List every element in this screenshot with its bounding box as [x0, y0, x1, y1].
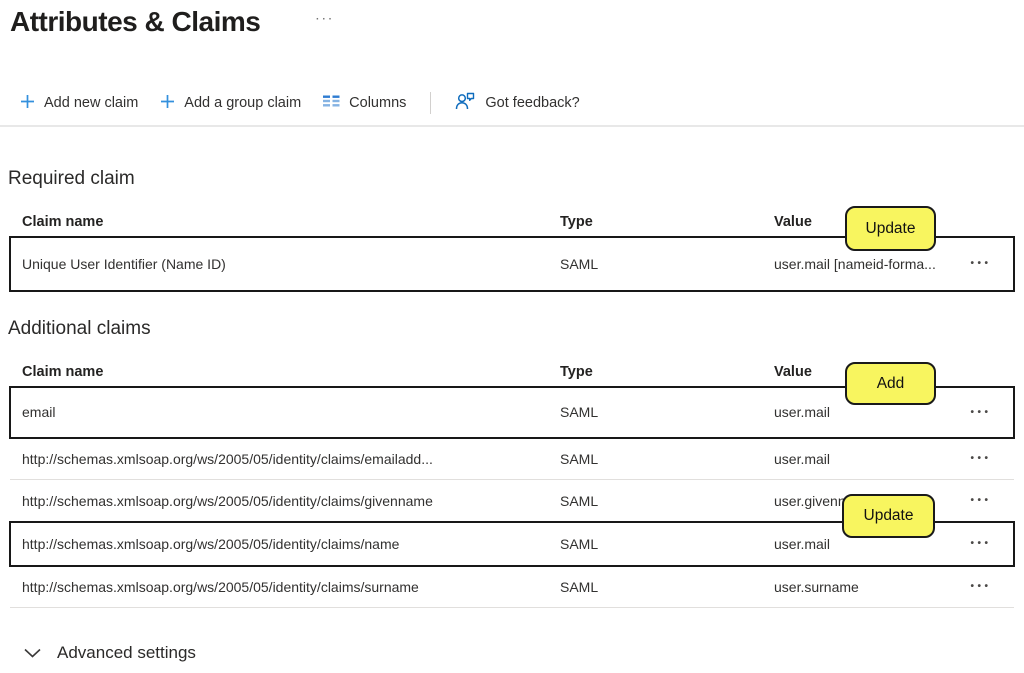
toolbar: Add new claim Add a group claim Columns: [20, 88, 580, 118]
claim-name-cell: http://schemas.xmlsoap.org/ws/2005/05/id…: [10, 536, 548, 552]
annotation-note-update-required: Update: [845, 206, 936, 251]
annotation-note-add: Add: [845, 362, 936, 405]
columns-icon: [323, 94, 340, 112]
claim-type-cell: SAML: [548, 493, 762, 509]
plus-icon: [20, 94, 35, 113]
attributes-claims-page: Attributes & Claims ··· Add new claim Ad…: [0, 0, 1024, 673]
row-menu-button[interactable]: •••: [968, 532, 993, 555]
claim-name-cell: email: [10, 404, 548, 420]
add-new-claim-label: Add new claim: [44, 95, 138, 111]
ellipsis-icon: ···: [316, 14, 335, 25]
claim-name-cell: http://schemas.xmlsoap.org/ws/2005/05/id…: [10, 493, 548, 509]
claim-type-cell: SAML: [548, 579, 762, 595]
person-feedback-icon: [455, 92, 476, 115]
add-group-claim-label: Add a group claim: [184, 95, 301, 111]
add-new-claim-button[interactable]: Add new claim: [20, 94, 138, 113]
column-header-type: Type: [548, 364, 762, 380]
claim-type-cell: SAML: [548, 536, 762, 552]
claim-name-cell: http://schemas.xmlsoap.org/ws/2005/05/id…: [10, 451, 548, 467]
column-header-claim-name: Claim name: [10, 364, 548, 380]
claim-value-cell: user.mail [nameid-forma...: [762, 256, 948, 272]
advanced-settings-label: Advanced settings: [57, 643, 196, 663]
column-header-type: Type: [548, 214, 762, 230]
title-overflow-menu[interactable]: ···: [316, 14, 335, 25]
row-menu-button[interactable]: •••: [968, 401, 993, 424]
claim-value-cell: user.mail: [762, 451, 948, 467]
claim-type-cell: SAML: [548, 451, 762, 467]
claim-name-cell: http://schemas.xmlsoap.org/ws/2005/05/id…: [10, 579, 548, 595]
row-menu-button[interactable]: •••: [968, 252, 993, 275]
toolbar-divider: [430, 92, 431, 114]
annotation-note-update-name: Update: [842, 494, 935, 538]
claim-name-cell: Unique User Identifier (Name ID): [10, 256, 548, 272]
claim-row-surname[interactable]: http://schemas.xmlsoap.org/ws/2005/05/id…: [10, 566, 1014, 608]
plus-icon: [160, 94, 175, 113]
row-menu-button[interactable]: •••: [968, 447, 993, 470]
got-feedback-button[interactable]: Got feedback?: [455, 92, 579, 115]
row-menu-button[interactable]: •••: [968, 575, 993, 598]
claim-row-emailaddress[interactable]: http://schemas.xmlsoap.org/ws/2005/05/id…: [10, 438, 1014, 480]
columns-button[interactable]: Columns: [323, 94, 406, 112]
claim-type-cell: SAML: [548, 256, 762, 272]
claim-type-cell: SAML: [548, 404, 762, 420]
page-title: Attributes & Claims: [10, 6, 260, 38]
column-header-claim-name: Claim name: [10, 214, 548, 230]
additional-claims-heading: Additional claims: [8, 318, 151, 340]
required-claim-heading: Required claim: [8, 168, 135, 190]
got-feedback-label: Got feedback?: [485, 95, 579, 111]
add-group-claim-button[interactable]: Add a group claim: [160, 94, 301, 113]
columns-label: Columns: [349, 95, 406, 111]
chevron-down-icon: [24, 643, 41, 663]
advanced-settings-toggle[interactable]: Advanced settings: [24, 643, 196, 663]
claim-value-cell: user.mail: [762, 404, 948, 420]
section-divider: [0, 125, 1024, 127]
claim-value-cell: user.surname: [762, 579, 948, 595]
row-menu-button[interactable]: •••: [968, 489, 993, 512]
